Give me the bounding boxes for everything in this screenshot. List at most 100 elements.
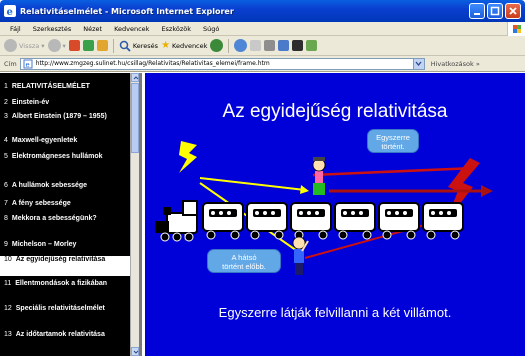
nav-item-7[interactable]: 7 A fény sebessége — [0, 200, 130, 208]
nav-label: A fény sebessége — [11, 200, 71, 207]
toolbar-separator — [112, 38, 114, 53]
media-button[interactable] — [210, 39, 224, 52]
nav-label: Az egyidejűség relativitása — [15, 256, 106, 263]
menu-tools[interactable]: Eszközök — [155, 25, 197, 33]
nav-label: Speciális relativitáselmélet — [15, 305, 105, 312]
train — [155, 200, 464, 242]
mail-button[interactable] — [250, 40, 262, 51]
minimize-button[interactable] — [469, 3, 485, 19]
scroll-up-button[interactable] — [131, 73, 139, 82]
bubble-line: történt. — [381, 142, 405, 151]
mail-icon — [250, 40, 262, 51]
nav-item-2[interactable]: 2 Einstein-év — [0, 99, 130, 107]
search-label: Keresés — [132, 41, 159, 50]
discuss-icon — [292, 40, 304, 51]
nav-label: A hullámok sebessége — [11, 182, 88, 189]
menu-edit[interactable]: Szerkesztés — [27, 25, 77, 33]
messenger-button[interactable] — [306, 40, 318, 51]
nav-number: 2 — [4, 99, 8, 106]
back-arrow-icon — [4, 39, 17, 52]
toolbar-separator — [228, 38, 230, 53]
speech-bubble-ground: A hátsó történt előbb. — [207, 249, 281, 273]
address-input[interactable]: e http://www.zmgzeg.sulinet.hu/csillag/R… — [19, 57, 425, 70]
scroll-thumb[interactable] — [131, 83, 139, 153]
address-label: Cím — [4, 59, 17, 68]
nav-number: 13 — [4, 331, 12, 338]
nav-item-5[interactable]: 5 Elektromágneses hullámok — [0, 153, 130, 161]
maximize-icon — [490, 6, 500, 16]
internet-explorer-icon: e — [4, 5, 16, 17]
nav-label: Az időtartamok relativitása — [15, 331, 105, 338]
nav-item-6[interactable]: 6 A hullámok sebessége — [0, 182, 130, 190]
nav-item-9[interactable]: 9 Michelson – Morley — [0, 241, 130, 249]
menu-file[interactable]: Fájl — [4, 25, 27, 33]
print-button[interactable] — [264, 40, 276, 51]
nav-number: 7 — [4, 200, 8, 207]
history-button[interactable] — [234, 39, 248, 52]
history-icon — [234, 39, 248, 52]
menu-favorites[interactable]: Kedvencek — [108, 25, 155, 33]
nav-number: 4 — [4, 137, 8, 144]
maximize-button[interactable] — [487, 3, 503, 19]
links-label: Hivatkozások — [430, 59, 474, 68]
outline-scrollbar[interactable] — [130, 73, 139, 356]
favorites-button[interactable]: ★ Kedvencek — [161, 40, 207, 51]
nav-label: Mekkora a sebességünk? — [11, 215, 97, 222]
messenger-icon — [306, 40, 318, 51]
chevron-up-icon — [133, 76, 139, 80]
address-url: http://www.zmgzeg.sulinet.hu/csillag/Rel… — [35, 60, 270, 67]
nav-label: Maxwell-egyenletek — [11, 137, 78, 144]
bubble-line: történt előbb. — [222, 262, 266, 271]
nav-item-12[interactable]: 12 Speciális relativitáselmélet — [0, 305, 130, 313]
bubble-line: Egyszerre — [376, 133, 410, 142]
nav-number: 5 — [4, 153, 8, 160]
window-title-bar[interactable]: e Relativitáselmélet - Microsoft Interne… — [0, 0, 525, 22]
menu-help[interactable]: Súgó — [197, 25, 225, 33]
favorites-label: Kedvencek — [172, 41, 208, 50]
svg-text:e: e — [7, 7, 13, 17]
page-icon: e — [23, 59, 33, 69]
menu-bar: Fájl Szerkesztés Nézet Kedvencek Eszközö… — [0, 22, 525, 36]
minimize-icon — [474, 13, 480, 15]
discuss-button[interactable] — [292, 40, 304, 51]
home-icon — [96, 40, 108, 51]
back-button[interactable]: Vissza ▾ — [4, 39, 45, 52]
links-button[interactable]: Hivatkozások » — [431, 60, 480, 68]
chevron-down-icon — [415, 61, 422, 66]
forward-button[interactable]: ▾ — [47, 39, 66, 52]
address-dropdown-button[interactable] — [412, 58, 424, 69]
search-button[interactable]: Keresés — [119, 40, 158, 52]
nav-number: 11 — [4, 280, 12, 287]
nav-number: 3 — [4, 113, 8, 120]
back-label: Vissza — [19, 41, 40, 50]
stop-icon — [68, 40, 80, 51]
close-button[interactable] — [505, 3, 521, 19]
slide-caption: Egyszerre látják felvillanni a két villá… — [218, 305, 452, 320]
nav-item-11[interactable]: 11 Ellentmondások a fizikában — [0, 280, 130, 288]
nav-item-4[interactable]: 4 Maxwell-egyenletek — [0, 137, 130, 145]
refresh-icon — [82, 40, 94, 51]
nav-number: 9 — [4, 241, 8, 248]
window-title: Relativitáselmélet - Microsoft Internet … — [20, 6, 234, 16]
windows-logo-icon — [507, 22, 525, 36]
home-button[interactable] — [96, 40, 108, 51]
nav-number: 8 — [4, 215, 8, 222]
slide-outline: 1 RELATIVITÁSELMÉLET 2 Einstein-év 3 Alb… — [0, 73, 142, 356]
print-icon — [264, 40, 276, 51]
nav-label: Albert Einstein (1879 – 1955) — [11, 113, 107, 120]
nav-item-3[interactable]: 3 Albert Einstein (1879 – 1955) — [0, 113, 130, 121]
svg-text:e: e — [25, 61, 29, 69]
menu-view[interactable]: Nézet — [77, 25, 108, 33]
search-icon — [119, 40, 131, 52]
toolbar: Vissza ▾ ▾ Keresés ★ Kedvencek — [0, 36, 525, 56]
nav-item-8[interactable]: 8 Mekkora a sebességünk? — [0, 215, 130, 223]
chevron-down-icon: ▾ — [41, 41, 45, 50]
slide-stage: Az egyidejűség relativitása Egyszerre tö… — [145, 73, 525, 356]
nav-item-1[interactable]: 1 RELATIVITÁSELMÉLET — [0, 83, 130, 91]
nav-item-13[interactable]: 13 Az időtartamok relativitása — [0, 331, 130, 339]
edit-button[interactable] — [278, 40, 290, 51]
refresh-button[interactable] — [82, 40, 94, 51]
stop-button[interactable] — [68, 40, 80, 51]
scroll-down-button[interactable] — [131, 347, 139, 356]
nav-item-10[interactable]: 10 Az egyidejűség relativitása — [0, 256, 130, 276]
